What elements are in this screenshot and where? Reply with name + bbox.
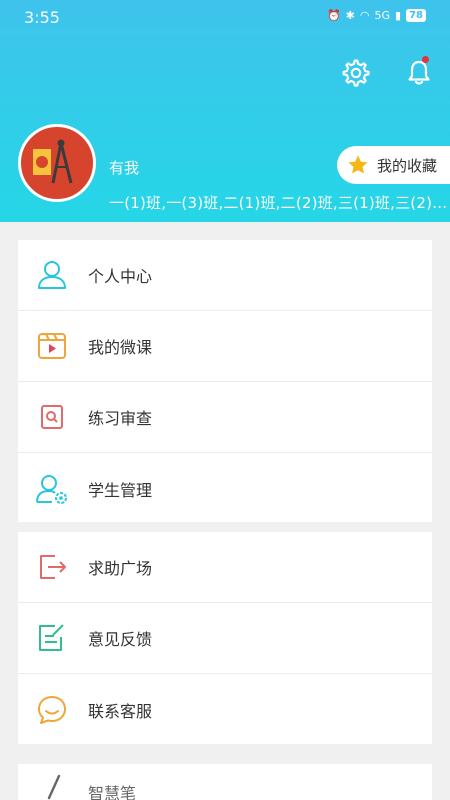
chat-bubble-icon	[35, 693, 69, 727]
pen-icon	[35, 774, 69, 800]
status-bar: 3:55 ⏰ ✱ ◠ 5G ▮ 78	[0, 0, 450, 34]
alarm-icon: ⏰	[326, 9, 341, 22]
bell-icon	[408, 60, 430, 85]
battery-icon: 78	[406, 9, 426, 22]
menu-label: 智慧笔	[88, 784, 137, 800]
menu-label: 学生管理	[88, 480, 153, 500]
edit-note-icon	[35, 621, 69, 655]
menu-item-feedback[interactable]: 意见反馈	[18, 603, 432, 674]
notifications-button[interactable]	[403, 56, 435, 88]
wifi-icon: ◠	[359, 9, 370, 22]
user-icon	[35, 258, 69, 292]
favorites-label: 我的收藏	[377, 156, 438, 175]
signal-icon: ▮	[395, 9, 402, 22]
menu-item-student-management[interactable]: 学生管理	[18, 453, 432, 524]
menu-item-personal-center[interactable]: 个人中心	[18, 240, 432, 311]
avatar[interactable]	[18, 124, 96, 202]
menu-item-help-square[interactable]: 求助广场	[18, 532, 432, 603]
user-settings-icon	[35, 472, 69, 506]
menu-label: 个人中心	[88, 267, 153, 286]
menu-card-support: 求助广场 意见反馈 联系客服	[18, 532, 432, 744]
menu-label: 我的微课	[88, 338, 153, 357]
menu-label: 求助广场	[88, 559, 153, 578]
bluetooth-icon: ✱	[345, 9, 355, 22]
status-time: 3:55	[24, 8, 60, 27]
menu-item-my-microlessons[interactable]: 我的微课	[18, 311, 432, 382]
menu-card-pen: 智慧笔	[18, 764, 432, 800]
menu-label: 练习审查	[88, 409, 153, 428]
signal-label: 5G	[374, 9, 391, 22]
gear-icon	[342, 59, 370, 87]
ruler-compass-icon	[33, 139, 73, 184]
user-name: 有我	[109, 159, 140, 177]
profile-header: 3:55 ⏰ ✱ ◠ 5G ▮ 78 有我 一(1)班,一(3)班,二(1)班,…	[0, 0, 450, 222]
menu-item-smart-pen[interactable]: 智慧笔	[18, 764, 432, 800]
menu-card-main: 个人中心 我的微课 练习审查 学生管理	[18, 240, 432, 522]
menu-label: 联系客服	[88, 701, 153, 721]
settings-button[interactable]	[340, 57, 372, 89]
exit-arrow-icon	[35, 550, 69, 584]
notification-badge	[422, 56, 429, 63]
star-icon	[348, 155, 368, 174]
user-classes: 一(1)班,一(3)班,二(1)班,二(2)班,三(1)班,三(2)…	[109, 194, 448, 212]
search-doc-icon	[35, 400, 69, 434]
menu-item-contact-service[interactable]: 联系客服	[18, 674, 432, 745]
status-icons: ⏰ ✱ ◠ 5G ▮ 78	[327, 9, 426, 22]
video-icon	[35, 329, 69, 363]
menu-label: 意见反馈	[88, 630, 153, 649]
favorites-button[interactable]: 我的收藏	[337, 146, 450, 184]
menu-item-practice-review[interactable]: 练习审查	[18, 382, 432, 453]
